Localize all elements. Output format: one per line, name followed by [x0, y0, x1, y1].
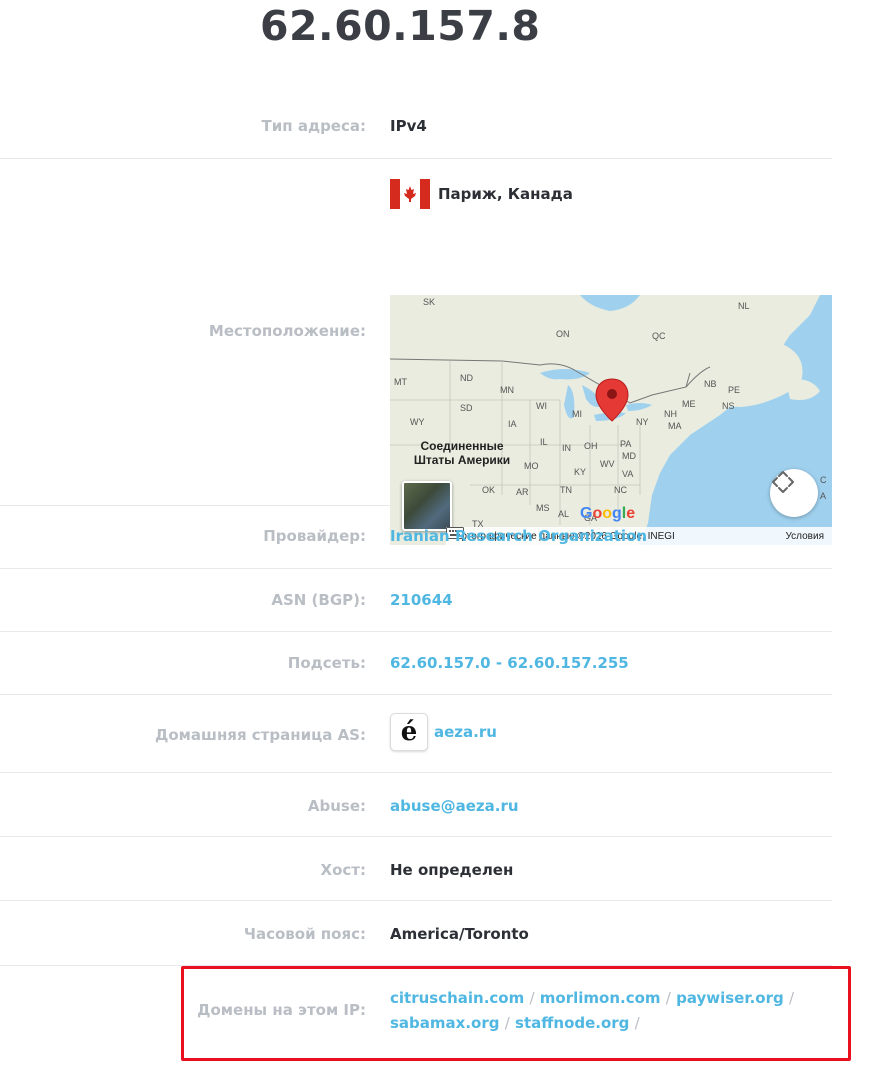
map-label-a: A	[820, 491, 827, 501]
location-label: Местоположение:	[208, 322, 366, 340]
aeza-favicon-icon: é	[390, 713, 428, 751]
asn-label: ASN (BGP):	[271, 591, 366, 609]
asn-link[interactable]: 210644	[390, 591, 453, 609]
map-label-mo: MO	[524, 461, 539, 471]
row-subnet: Подсеть: 62.60.157.0 - 62.60.157.255	[0, 632, 832, 695]
map-label-va: VA	[622, 469, 634, 479]
row-location: Местоположение: Париж, Канада SK ON QC N…	[0, 159, 832, 545]
address-type-value: IPv4	[390, 117, 427, 135]
map-label-md: MD	[622, 451, 636, 461]
map-label-pa: PA	[620, 439, 632, 449]
map-label-ma: MA	[668, 421, 682, 431]
map-label-ny: NY	[636, 417, 649, 427]
map-label-nl: NL	[738, 301, 750, 311]
map-label-ok: OK	[482, 485, 496, 495]
map-label-ky: KY	[574, 467, 587, 477]
map-label-wy: WY	[410, 417, 425, 427]
map-label-nh: NH	[664, 409, 677, 419]
map-label-nd: ND	[460, 373, 473, 383]
location-text: Париж, Канада	[438, 185, 573, 203]
map-marker-icon[interactable]	[594, 377, 630, 423]
address-type-label: Тип адреса:	[261, 117, 367, 135]
move-arrows-icon	[772, 471, 794, 493]
as-homepage-link[interactable]: aeza.ru	[434, 723, 497, 741]
ip-info-table: Тип адреса: IPv4 Местоположение: Париж, …	[0, 92, 832, 1056]
row-as-homepage: Домашняя страница AS: é aeza.ru	[0, 695, 832, 773]
map-label-tn: TN	[560, 485, 572, 495]
subnet-link[interactable]: 62.60.157.0 - 62.60.157.255	[390, 654, 629, 672]
domains-highlight-box	[181, 966, 851, 1061]
map-label-pe: PE	[728, 385, 741, 395]
host-label: Хост:	[320, 861, 366, 879]
map-label-sd: SD	[460, 403, 473, 413]
location-value: Париж, Канада	[390, 179, 573, 209]
subnet-label: Подсеть:	[287, 654, 366, 672]
map-label-wv: WV	[600, 459, 615, 469]
host-value: Не определен	[390, 861, 514, 879]
abuse-email-link[interactable]: abuse@aeza.ru	[390, 797, 519, 815]
map-label-qc: QC	[652, 331, 666, 341]
map-label-wi: WI	[536, 401, 547, 411]
map-label-oh: OH	[584, 441, 598, 451]
as-homepage-label: Домашняя страница AS:	[154, 726, 366, 744]
map-label-ns: NS	[722, 401, 735, 411]
row-timezone: Часовой пояс: America/Toronto	[0, 901, 832, 966]
ip-address-title: 62.60.157.8	[260, 2, 541, 50]
row-asn: ASN (BGP): 210644	[0, 569, 832, 632]
provider-link[interactable]: Iranian Research Organization	[390, 527, 647, 545]
map-label-c: C	[820, 475, 827, 485]
map-label-mi: MI	[572, 409, 582, 419]
map-label-on: ON	[556, 329, 570, 339]
map-label-in: IN	[562, 443, 571, 453]
row-provider: Провайдер: Iranian Research Organization	[0, 506, 832, 569]
map-label-me: ME	[682, 399, 696, 409]
row-abuse: Abuse: abuse@aeza.ru	[0, 773, 832, 837]
map-label-mn: MN	[500, 385, 514, 395]
canada-flag-icon	[390, 179, 430, 209]
timezone-label: Часовой пояс:	[243, 925, 366, 943]
map-label-nc: NC	[614, 485, 627, 495]
map-label-sk: SK	[423, 297, 436, 307]
map-country-label: Соединенные Штаты Америки	[413, 439, 511, 467]
row-host: Хост: Не определен	[0, 837, 832, 901]
map-label-ar: AR	[516, 487, 529, 497]
row-address-type: Тип адреса: IPv4	[0, 92, 832, 159]
timezone-value: America/Toronto	[390, 925, 529, 943]
map-label-ia: IA	[508, 419, 517, 429]
abuse-label: Abuse:	[307, 797, 366, 815]
provider-label: Провайдер:	[263, 527, 366, 545]
map-label-il: IL	[540, 437, 548, 447]
map-label-mt: MT	[394, 377, 407, 387]
map-label-nb: NB	[704, 379, 717, 389]
as-homepage-value: é aeza.ru	[390, 713, 497, 751]
